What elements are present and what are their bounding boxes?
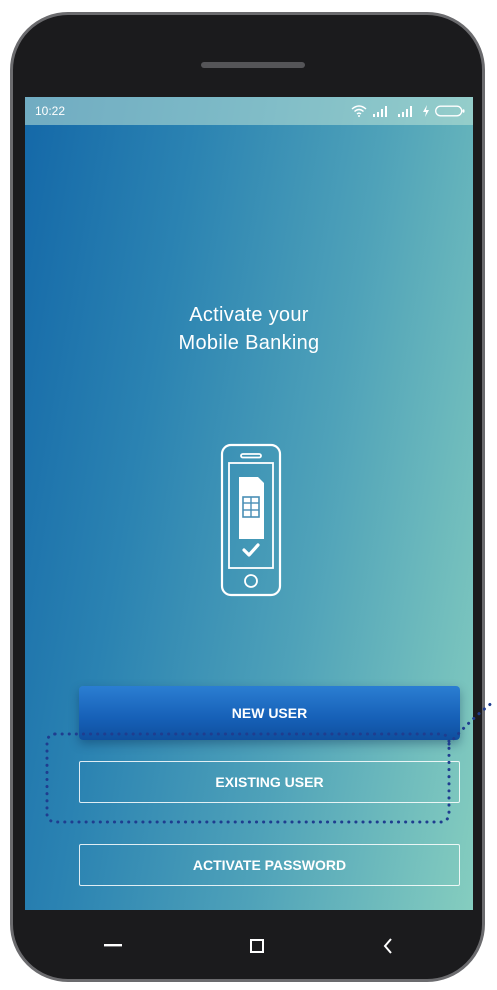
charging-icon: [423, 105, 429, 117]
signal-icon: [398, 106, 412, 117]
phone-sim-check-icon: [220, 443, 282, 597]
new-user-button[interactable]: NEW USER: [79, 686, 460, 740]
phone-speaker: [201, 62, 305, 68]
app-screen: 10:22 Activate your Mobile Banking NEW U…: [25, 97, 473, 910]
back-chevron-icon: [383, 938, 392, 954]
back-button[interactable]: [368, 926, 408, 966]
existing-user-button[interactable]: EXISTING USER: [79, 761, 460, 803]
menu-button[interactable]: [93, 926, 133, 966]
status-time: 10:22: [35, 104, 66, 118]
wifi-icon: [351, 105, 367, 117]
title-line-1: Activate your: [189, 304, 309, 326]
navigation-bar: [13, 910, 482, 979]
status-bar: 10:22: [25, 97, 473, 125]
home-button[interactable]: [237, 926, 277, 966]
page-title: Activate your Mobile Banking: [25, 301, 473, 357]
activate-password-button[interactable]: ACTIVATE PASSWORD: [79, 844, 460, 886]
home-square-icon: [250, 939, 264, 953]
phone-frame: 10:22 Activate your Mobile Banking NEW U…: [10, 12, 485, 982]
signal-icon: [373, 106, 387, 117]
title-line-2: Mobile Banking: [178, 332, 320, 354]
status-icons: [351, 103, 465, 119]
menu-icon: [104, 944, 122, 947]
battery-icon: [435, 105, 465, 117]
